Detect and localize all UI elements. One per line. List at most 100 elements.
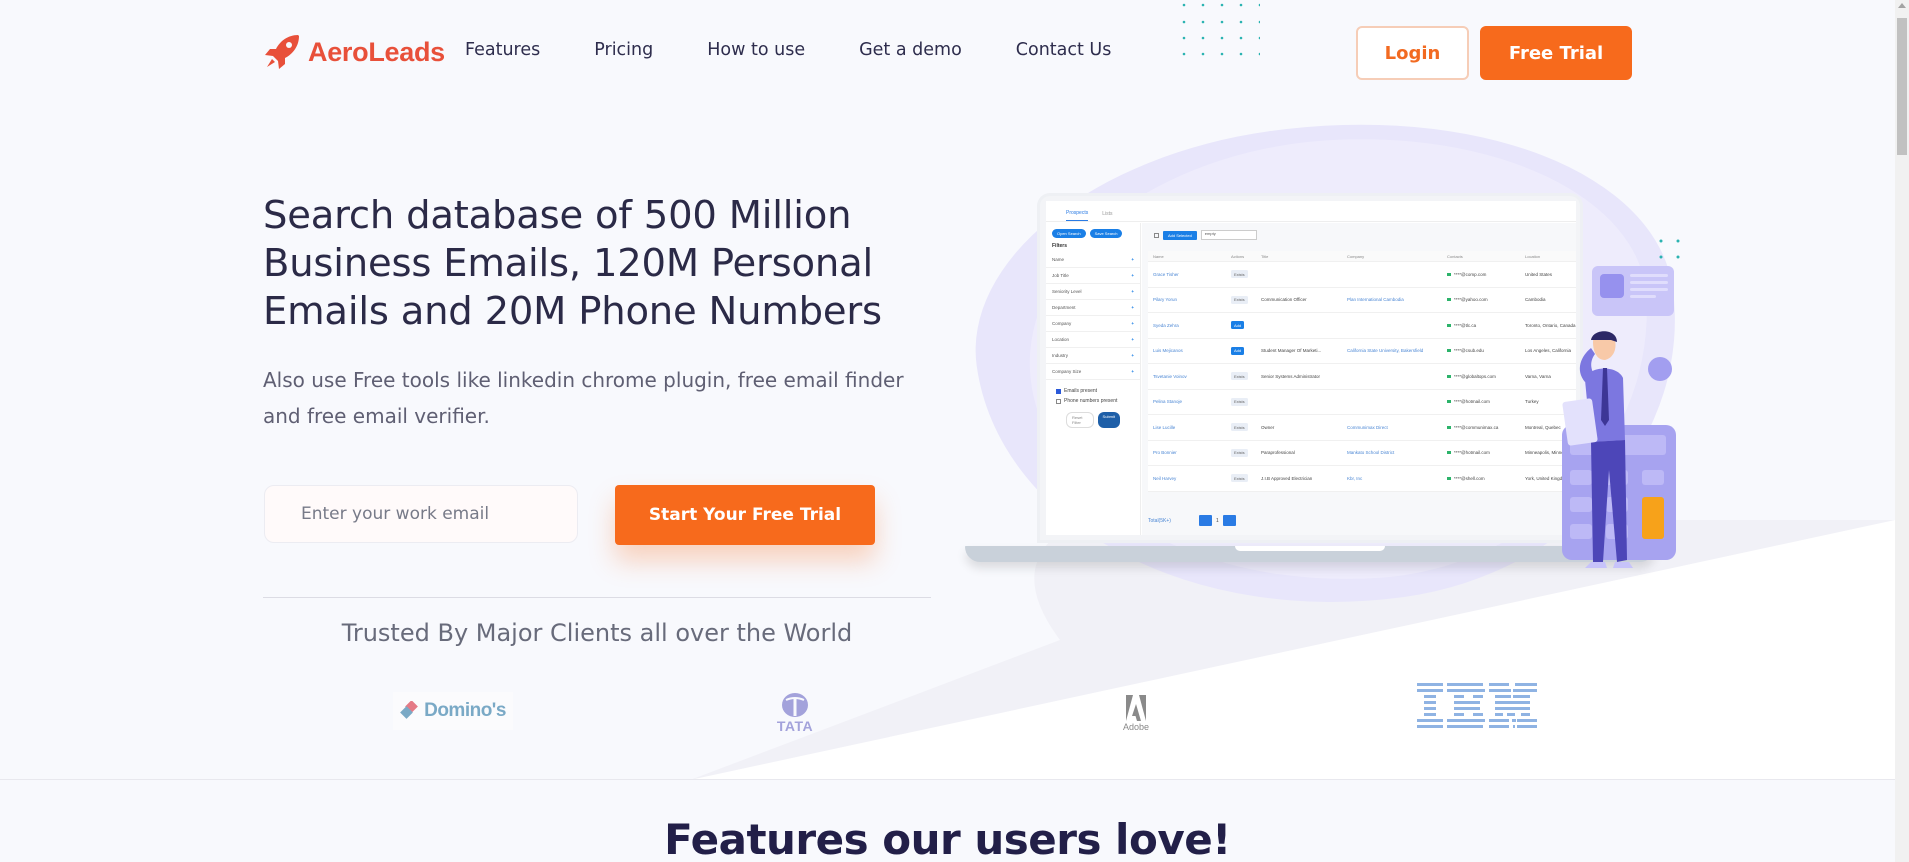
email-icon bbox=[1447, 298, 1451, 302]
filter-item: Industry + bbox=[1046, 348, 1140, 364]
nav-features[interactable]: Features bbox=[465, 40, 540, 60]
filter-label: Name bbox=[1052, 257, 1065, 262]
plus-icon: + bbox=[1131, 321, 1134, 326]
ibm-wordmark-icon bbox=[1417, 683, 1537, 728]
prospect-email: ****@communimax.ca bbox=[1454, 424, 1499, 430]
hero-subtitle: Also use Free tools like linkedin chrome… bbox=[263, 368, 904, 428]
action-badge: Exists bbox=[1231, 423, 1248, 432]
email-icon bbox=[1447, 272, 1451, 276]
pagination: Total(5K+) 1 bbox=[1148, 515, 1236, 526]
email-icon bbox=[1447, 451, 1451, 455]
plus-icon: + bbox=[1131, 273, 1134, 278]
nav-pricing[interactable]: Pricing bbox=[594, 40, 653, 60]
prospect-email: ****@tlc.ca bbox=[1454, 322, 1477, 328]
client-logo-dominos: Domino's bbox=[393, 692, 513, 730]
prospect-title: J.I.B Approved Electrician bbox=[1261, 475, 1313, 481]
prospect-name: Pelina Stanoje bbox=[1153, 399, 1183, 405]
rocket-icon bbox=[265, 35, 299, 69]
table-header: Name Actions Title Company Contacts Location bbox=[1148, 251, 1576, 262]
tab-lists: Lists bbox=[1102, 211, 1113, 217]
submit-button: Submit bbox=[1097, 412, 1120, 428]
prospect-name: Syeda Zehra bbox=[1153, 322, 1179, 328]
prospect-name: Pro Bonnier bbox=[1153, 450, 1177, 456]
action-badge: Add bbox=[1231, 346, 1245, 355]
emails-present-checkbox: Emails present bbox=[1046, 386, 1140, 396]
prospect-name: Tsvetanie Voinov bbox=[1153, 373, 1187, 379]
filter-label: Location bbox=[1052, 337, 1070, 342]
dot-pattern-decoration bbox=[1182, 3, 1260, 56]
prospect-title: Senior Systems Administrator bbox=[1261, 373, 1321, 379]
add-selected-button: Add Selected bbox=[1163, 230, 1197, 240]
nav-how-to-use[interactable]: How to use bbox=[707, 40, 805, 60]
adobe-wordmark: Adobe bbox=[1122, 722, 1150, 732]
phone-present-checkbox: Phone numbers present bbox=[1046, 396, 1140, 406]
table-row: Pelina Stanoje Exists ****@hotmail.com Turk… bbox=[1148, 390, 1576, 415]
next-page-button bbox=[1222, 515, 1236, 526]
section-divider bbox=[0, 779, 1895, 780]
action-badge: Add bbox=[1231, 321, 1245, 330]
tata-emblem-icon bbox=[782, 693, 808, 717]
plus-icon: + bbox=[1131, 353, 1134, 358]
brand-name: AeroLeads bbox=[308, 36, 445, 67]
filter-label: Department bbox=[1052, 305, 1076, 310]
prospect-name: Pilary Yorun bbox=[1153, 297, 1178, 303]
main-nav: Features Pricing How to use Get a demo C… bbox=[465, 40, 1165, 60]
cart-icon bbox=[1600, 274, 1624, 298]
nav-get-a-demo[interactable]: Get a demo bbox=[859, 40, 962, 60]
filter-item: Company Size + bbox=[1046, 364, 1140, 380]
action-badge: Exists bbox=[1231, 448, 1248, 457]
prospect-title: Student Manager Of Marketi... bbox=[1261, 348, 1322, 354]
prospect-email: ****@comp.com bbox=[1454, 271, 1487, 277]
prospect-email: ****@hotmail.com bbox=[1454, 450, 1490, 456]
brand-logo[interactable]: AeroLeads bbox=[262, 32, 445, 72]
prospect-company: Mankato School District bbox=[1347, 450, 1395, 456]
filter-label: Seniority Level bbox=[1052, 289, 1082, 294]
dot-pattern-decoration-right bbox=[1659, 239, 1680, 259]
prospect-name: Grace Tisher bbox=[1153, 271, 1179, 277]
plus-icon: + bbox=[1131, 369, 1134, 374]
filter-label: Job Title bbox=[1052, 273, 1069, 278]
laptop-notch bbox=[1235, 546, 1385, 551]
filter-label: Company Size bbox=[1052, 369, 1082, 374]
table-row: Grace Tisher Exists ****@comp.com United St… bbox=[1148, 262, 1576, 288]
column-header: Actions bbox=[1231, 253, 1245, 259]
filter-item: Location + bbox=[1046, 332, 1140, 348]
prospect-email: ****@yahoo.com bbox=[1454, 297, 1488, 303]
prospect-title: Paraprofessional bbox=[1261, 450, 1295, 456]
column-header: Location bbox=[1525, 253, 1541, 259]
table-row: Syeda Zehra Add ****@tlc.ca Toronto, Ontari… bbox=[1148, 313, 1576, 339]
login-button[interactable]: Login bbox=[1356, 26, 1469, 80]
tab-prospects: Prospects bbox=[1066, 210, 1089, 221]
table-row: Tsvetanie Voinov Exists Senior Systems Adm… bbox=[1148, 364, 1576, 390]
list-select: empty bbox=[1200, 230, 1257, 240]
app-screenshot: Prospects Lists Open Search Save Search … bbox=[1046, 201, 1576, 535]
prospect-location: United States bbox=[1525, 271, 1553, 277]
filter-item: Seniority Level + bbox=[1046, 284, 1140, 300]
prospect-company: Plan International Cambodia bbox=[1347, 297, 1404, 303]
prospect-email: ****@globaltops.com bbox=[1454, 373, 1496, 379]
start-free-trial-button[interactable]: Start Your Free Trial bbox=[615, 485, 875, 545]
scrollbar-thumb[interactable] bbox=[1897, 18, 1907, 155]
table-row: Pilary Yorun Exists Communication Officer P… bbox=[1148, 288, 1576, 313]
email-icon bbox=[1447, 323, 1451, 327]
results-panel: Add Selected empty Name Actions Title Compa… bbox=[1142, 223, 1576, 535]
prospect-title: Owner bbox=[1261, 424, 1275, 430]
work-email-input[interactable] bbox=[264, 485, 578, 543]
scroll-up-arrow-icon[interactable] bbox=[1898, 3, 1906, 8]
table-row: Pro Bonnier Exists Paraprofessional Mankato… bbox=[1148, 441, 1576, 466]
email-icon bbox=[1447, 374, 1451, 378]
column-header: Name bbox=[1153, 253, 1164, 259]
tata-wordmark: TATA bbox=[776, 718, 814, 734]
prospect-name: Lise Lucille bbox=[1153, 424, 1176, 430]
page-scrollbar[interactable] bbox=[1895, 0, 1909, 862]
email-icon bbox=[1447, 349, 1451, 353]
prospect-email: ****@csub.edu bbox=[1454, 348, 1484, 354]
free-trial-button[interactable]: Free Trial bbox=[1480, 26, 1632, 80]
plus-icon: + bbox=[1131, 257, 1134, 262]
businessman-illustration bbox=[1562, 331, 1633, 568]
email-icon bbox=[1447, 476, 1451, 480]
open-search-button: Open Search bbox=[1052, 229, 1086, 238]
nav-contact-us[interactable]: Contact Us bbox=[1016, 40, 1112, 60]
prospect-location: Cambodia bbox=[1525, 297, 1546, 303]
filters-sidebar: Open Search Save Search Filters Name + Job… bbox=[1046, 223, 1141, 535]
